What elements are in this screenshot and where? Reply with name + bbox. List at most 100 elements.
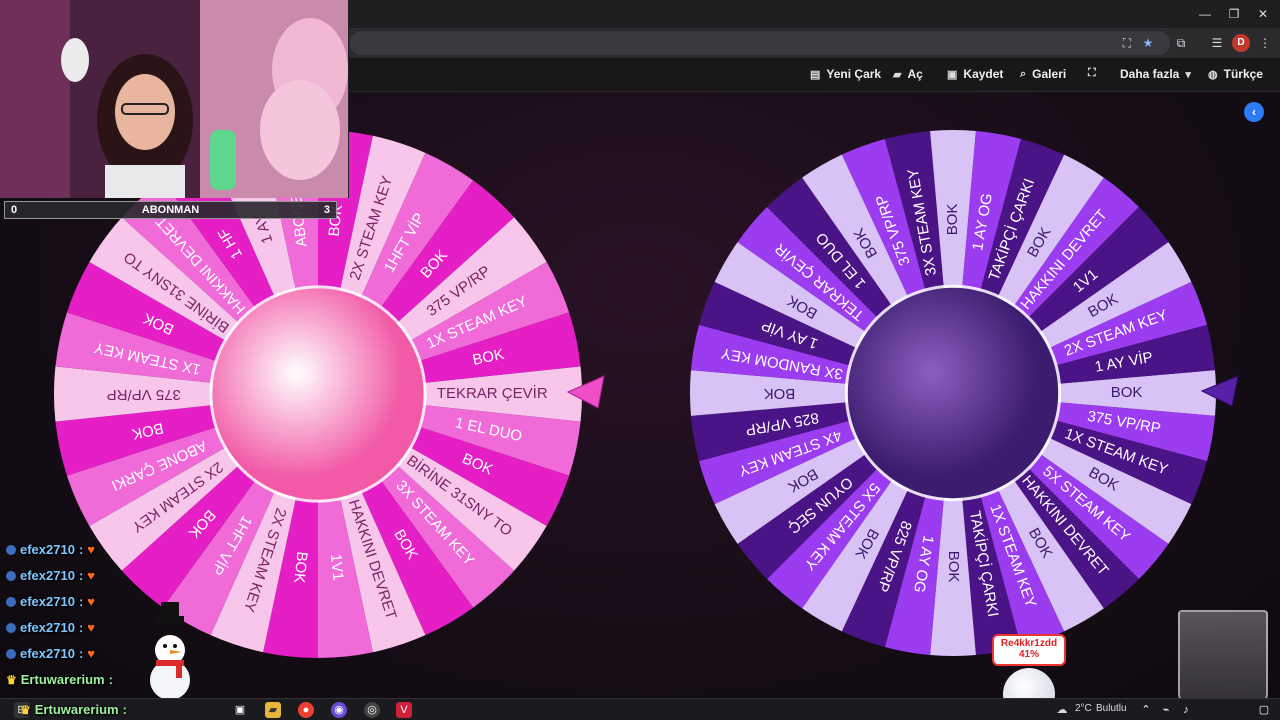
notification-icon[interactable]: ▢ bbox=[1256, 702, 1272, 718]
wheel-left-label-segment-label: 375 VP/RP bbox=[107, 386, 181, 403]
menu-kebab-icon[interactable]: ⋮ bbox=[1256, 34, 1274, 52]
network-icon[interactable]: ⌁ bbox=[1158, 702, 1174, 718]
wheel-left-label-segment-label: BOK bbox=[290, 551, 310, 584]
wheel-left-pointer-icon bbox=[566, 375, 605, 409]
nav-gallery-label: Galeri bbox=[1032, 67, 1067, 81]
chat-username: efex2710 bbox=[20, 620, 75, 635]
chat-message: ♥ bbox=[87, 646, 96, 661]
chat-separator: : bbox=[78, 594, 84, 609]
wheel-right-label-segment-label: BOK bbox=[945, 551, 962, 583]
nav-language-label: Türkçe bbox=[1223, 67, 1263, 81]
wheel-right-label-segment-label: BOK bbox=[944, 204, 961, 236]
nav-more-label: Daha fazla bbox=[1120, 67, 1180, 81]
chat-username: efex2710 bbox=[20, 568, 75, 583]
nav-gallery[interactable]: ⌕ Galeri bbox=[1020, 67, 1066, 81]
obs-icon[interactable]: ◎ bbox=[364, 702, 380, 718]
chat-username: Ertuwarerium bbox=[34, 702, 119, 717]
weather-temp: 2°C bbox=[1075, 703, 1092, 714]
restore-icon[interactable]: ❐ bbox=[1219, 4, 1249, 24]
stream-screen: — ❐ ✕ ⛶ ★ ⧉ ☰ D ⋮ ▤ Yeni Çark ▰ Aç ▣ Kay… bbox=[0, 0, 1280, 720]
webcam-overlay bbox=[0, 0, 349, 198]
chat-message: ♥ bbox=[87, 620, 96, 635]
bookmark-star-icon[interactable]: ★ bbox=[1139, 34, 1157, 52]
goal-percent: 41% bbox=[1018, 649, 1039, 660]
chat-separator: : bbox=[78, 620, 84, 635]
file-explorer-icon[interactable]: ▰ bbox=[265, 702, 281, 718]
chat-message: ♥ bbox=[87, 542, 96, 557]
subscriber-counter-bar: 0 ABONMAN 3 bbox=[4, 201, 337, 219]
chat-badge-icon bbox=[6, 648, 16, 659]
wheel-left-label-hub[interactable] bbox=[212, 288, 424, 500]
save-icon: ▣ bbox=[947, 68, 958, 81]
chat-line: efex2710 : ♥ bbox=[6, 568, 95, 583]
chat-separator: : bbox=[78, 568, 84, 583]
chat-message: ♥ bbox=[87, 594, 96, 609]
chat-message: ♥ bbox=[87, 568, 96, 583]
chat-badge-icon bbox=[6, 622, 16, 633]
microphone-icon[interactable]: ♪ bbox=[1178, 702, 1194, 718]
goal-name: Re4kkr1zdd bbox=[1000, 638, 1058, 649]
extensions-icon[interactable]: ⧉ bbox=[1172, 34, 1190, 52]
wheel-right-pointer-icon bbox=[1200, 375, 1239, 407]
chat-line: efex2710 : ♥ bbox=[6, 594, 95, 609]
wheel-right-label-segment-label: BOK bbox=[1111, 384, 1143, 401]
chrome-icon[interactable]: ● bbox=[298, 702, 314, 718]
chat-separator: : bbox=[78, 542, 84, 557]
nav-open[interactable]: ▰ Aç bbox=[893, 67, 923, 81]
sub-counter-label: ABONMAN bbox=[141, 204, 200, 216]
nav-language[interactable]: ◍ Türkçe bbox=[1208, 67, 1263, 81]
nav-save[interactable]: ▣ Kaydet bbox=[947, 67, 1003, 81]
fullscreen-icon: ⛶ bbox=[1088, 67, 1096, 79]
weather-label: Bulutlu bbox=[1096, 703, 1127, 714]
nav-fullscreen[interactable]: ⛶ bbox=[1088, 67, 1096, 80]
taskbar: ⊞ ♛ Ertuwarerium : ▣ ▰ ● ◉ ◎ V ☁ 2°C Bul… bbox=[0, 698, 1280, 720]
chat-badge-icon bbox=[6, 596, 16, 607]
nav-open-label: Aç bbox=[907, 67, 923, 81]
crown-icon: ♛ bbox=[20, 702, 31, 717]
chat-badge-icon bbox=[6, 570, 16, 581]
wheel-right-label-segment-label: BOK bbox=[764, 385, 796, 402]
chat-separator: : bbox=[78, 646, 84, 661]
chat-username: Ertuwarerium bbox=[20, 672, 105, 687]
valorant-icon[interactable]: V bbox=[396, 702, 412, 718]
chat-line: ♛ Ertuwarerium : bbox=[20, 702, 131, 717]
collapse-sidebar-button[interactable]: ‹ bbox=[1244, 102, 1264, 122]
task-view-icon[interactable]: ▣ bbox=[232, 702, 248, 718]
crown-icon: ♛ bbox=[6, 672, 17, 687]
tray-chevron-up-icon[interactable]: ⌃ bbox=[1138, 702, 1154, 718]
chat-line: efex2710 : ♥ bbox=[6, 646, 95, 661]
globe-icon: ◍ bbox=[1208, 68, 1218, 81]
wheel-right-label-hub[interactable] bbox=[847, 287, 1059, 499]
chat-username: efex2710 bbox=[20, 594, 75, 609]
profile-avatar[interactable]: D bbox=[1232, 34, 1250, 52]
nav-save-label: Kaydet bbox=[963, 67, 1004, 81]
chat-line: efex2710 : ♥ bbox=[6, 542, 95, 557]
chat-username: efex2710 bbox=[20, 646, 75, 661]
wheel-left-label-segment-label: TEKRAR ÇEVİR bbox=[437, 384, 548, 402]
file-icon: ▤ bbox=[810, 68, 821, 81]
webcam-feed-image bbox=[0, 0, 348, 198]
chat-line: ♛ Ertuwarerium : bbox=[6, 672, 117, 687]
nav-more[interactable]: Daha fazla ▾ bbox=[1120, 67, 1191, 81]
glass-decoration bbox=[1178, 610, 1268, 704]
cloud-icon: ☁ bbox=[1056, 704, 1068, 716]
nav-new-wheel[interactable]: ▤ Yeni Çark bbox=[810, 67, 881, 81]
caret-down-icon: ▾ bbox=[1185, 68, 1191, 81]
chat-line: efex2710 : ♥ bbox=[6, 620, 95, 635]
chat-separator: : bbox=[122, 702, 127, 717]
minimize-icon[interactable]: — bbox=[1190, 4, 1220, 24]
url-input[interactable] bbox=[350, 31, 1170, 55]
nav-new-wheel-label: Yeni Çark bbox=[826, 67, 882, 81]
translate-icon[interactable]: ⛶ bbox=[1118, 34, 1136, 52]
folder-open-icon: ▰ bbox=[893, 68, 902, 81]
media-control-icon[interactable]: ☰ bbox=[1208, 34, 1226, 52]
chat-badge-icon bbox=[6, 544, 16, 555]
sub-counter-end: 3 bbox=[323, 204, 330, 216]
wheel-right-graphic[interactable]: BOK375 VP/RP1X STEAM KEYBOK5X STEAM KEYH… bbox=[688, 128, 1218, 658]
discord-icon[interactable]: ◉ bbox=[331, 702, 347, 718]
chat-separator: : bbox=[108, 672, 113, 687]
close-icon[interactable]: ✕ bbox=[1248, 4, 1278, 24]
spin-wheel-right[interactable]: BOK 375 VP/RP 1X STEAM KEY BOK 5X STEAM KEY H… bbox=[688, 128, 1218, 658]
goal-widget: Re4kkr1zdd 41% bbox=[992, 634, 1066, 666]
chat-username: efex2710 bbox=[20, 542, 75, 557]
